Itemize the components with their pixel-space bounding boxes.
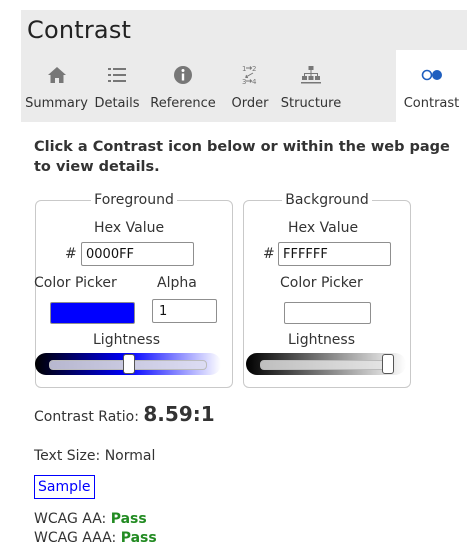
wcag-aaa-value: Pass: [120, 530, 157, 546]
order-icon: 1 2 3 4: [224, 62, 276, 88]
background-group: Background Hex Value # FFFFFF Color Pick…: [243, 192, 411, 388]
list-icon: [92, 62, 142, 88]
background-lightness-slider[interactable]: [246, 353, 406, 375]
background-hex-label: Hex Value: [288, 220, 359, 236]
wcag-aaa-row: WCAG AAA: Pass: [34, 530, 157, 546]
foreground-alpha-label: Alpha: [157, 275, 197, 291]
foreground-lightness-thumb[interactable]: [123, 354, 135, 374]
contrast-ratio-value: 8.59:1: [143, 402, 215, 426]
background-lightness-thumb[interactable]: [382, 354, 394, 374]
contrast-panel: Contrast Summary Details Reference 1 2 3…: [21, 0, 467, 554]
tab-details[interactable]: Details: [92, 50, 142, 122]
tab-structure[interactable]: Structure: [276, 50, 346, 122]
structure-icon: [276, 62, 346, 88]
panel-header: Contrast: [21, 10, 467, 50]
home-icon: [21, 62, 92, 88]
foreground-hex-input[interactable]: 0000FF: [81, 242, 194, 266]
contrast-ratio-label: Contrast Ratio:: [34, 409, 139, 425]
tab-contrast[interactable]: Contrast: [396, 50, 467, 122]
background-picker-label: Color Picker: [280, 275, 363, 291]
tab-order-label: Order: [231, 96, 269, 111]
svg-text:1: 1: [242, 65, 246, 73]
foreground-hex-label: Hex Value: [94, 220, 165, 236]
foreground-group: Foreground Hex Value # 0000FF Color Pick…: [34, 192, 233, 388]
foreground-hash: #: [65, 246, 77, 262]
svg-text:4: 4: [252, 78, 257, 86]
wcag-aa-value: Pass: [110, 511, 147, 527]
text-size-value: Normal: [104, 448, 156, 464]
wcag-aa-label: WCAG AA:: [34, 511, 107, 527]
panel-title: Contrast: [27, 16, 132, 44]
wcag-aa-row: WCAG AA: Pass: [34, 511, 147, 527]
background-color-picker[interactable]: [284, 302, 371, 324]
wcag-aaa-label: WCAG AAA:: [34, 530, 117, 546]
foreground-alpha-input[interactable]: 1: [152, 299, 217, 323]
background-hex-input[interactable]: FFFFFF: [278, 242, 391, 266]
background-lightness-label: Lightness: [288, 332, 356, 348]
tab-bar: Summary Details Reference 1 2 3 4 Order …: [21, 50, 467, 122]
foreground-lightness-label: Lightness: [93, 332, 161, 348]
tab-contrast-label: Contrast: [403, 96, 460, 111]
tab-summary-label: Summary: [25, 96, 88, 111]
intro-text: Click a Contrast icon below or within th…: [34, 139, 450, 175]
foreground-color-picker[interactable]: [50, 302, 135, 324]
contrast-ratio-row: Contrast Ratio: 8.59:1: [34, 402, 215, 426]
tab-summary[interactable]: Summary: [21, 50, 92, 122]
foreground-lightness-slider[interactable]: [35, 353, 221, 375]
background-legend: Background: [282, 192, 372, 208]
foreground-picker-label: Color Picker: [34, 275, 117, 291]
background-hash: #: [263, 246, 275, 262]
tab-structure-label: Structure: [280, 96, 342, 111]
tab-reference-label: Reference: [150, 96, 216, 111]
tab-reference[interactable]: Reference: [142, 50, 224, 122]
svg-text:3: 3: [242, 78, 246, 86]
text-size-label: Text Size:: [34, 448, 101, 464]
sample-text: Sample: [34, 475, 95, 499]
text-size-row: Text Size: Normal: [34, 448, 155, 464]
foreground-legend: Foreground: [91, 192, 177, 208]
contrast-icon: [396, 62, 467, 88]
tab-details-label: Details: [94, 96, 140, 111]
info-icon: [142, 62, 224, 88]
tab-order[interactable]: 1 2 3 4 Order: [224, 50, 276, 122]
svg-text:2: 2: [252, 65, 256, 73]
